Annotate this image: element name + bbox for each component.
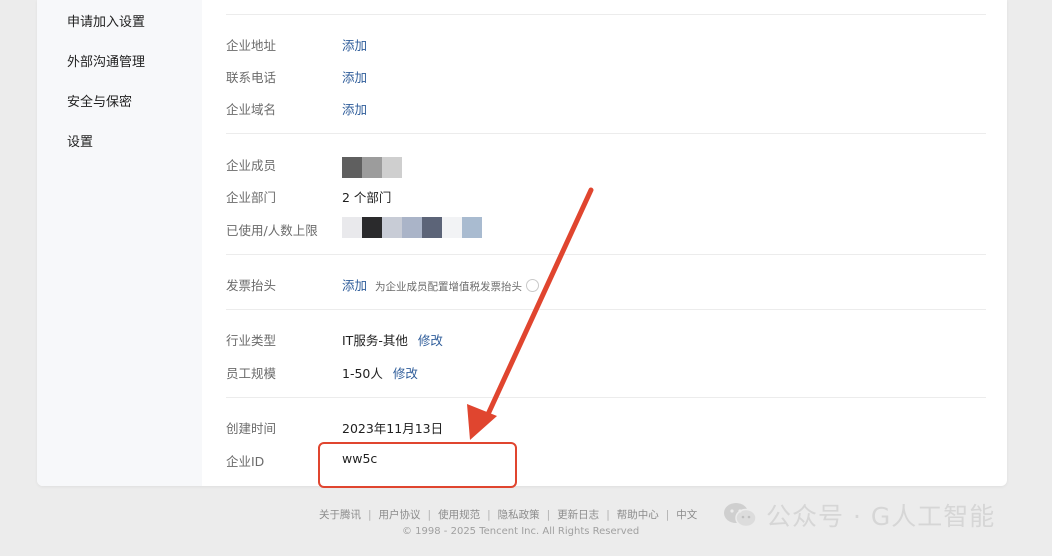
wechat-icon [724, 503, 757, 528]
watermark: 公众号 · G人工智能 [722, 497, 995, 533]
annotation-arrow [467, 187, 594, 440]
watermark-text: 公众号 · G人工智能 [766, 502, 996, 531]
annotation-highlight-box [318, 442, 517, 488]
